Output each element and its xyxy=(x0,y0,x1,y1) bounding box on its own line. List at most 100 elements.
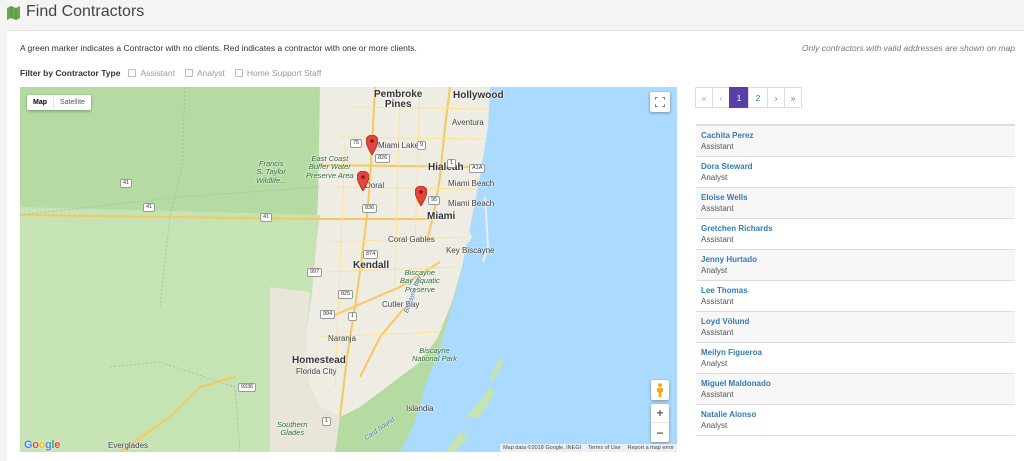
page-2-button[interactable]: 2 xyxy=(748,87,768,108)
contractor-name-link[interactable]: Miguel Maldonado xyxy=(701,379,1010,388)
list-item: Lee Thomas Assistant xyxy=(696,281,1015,312)
contractor-map[interactable]: Map Satellite Pembroke Pines Hollywood A… xyxy=(20,87,677,452)
place-label: Miami Beach xyxy=(448,179,495,188)
park-label: East Coast Buffer Water Preserve Area xyxy=(306,154,354,180)
contractor-marker-red[interactable] xyxy=(357,171,369,191)
place-label: Hollywood xyxy=(453,90,504,101)
map-note: Only contractors with valid addresses ar… xyxy=(801,43,1015,53)
contractor-name-link[interactable]: Meilyn Figueroa xyxy=(701,348,1010,357)
road-shield: A1A xyxy=(469,164,486,173)
fullscreen-icon xyxy=(655,97,665,107)
list-item: Dora Steward Analyst xyxy=(696,157,1015,188)
place-label: Aventura xyxy=(452,118,484,127)
list-item: Meilyn Figueroa Analyst xyxy=(696,343,1015,374)
contractor-type: Assistant xyxy=(701,390,734,399)
contractor-name-link[interactable]: Natalie Alonso xyxy=(701,410,1010,419)
road-shield: 994 xyxy=(320,310,336,319)
park-label: Southern Glades xyxy=(277,420,308,438)
map-tiles[interactable] xyxy=(20,87,677,452)
road-shield: 41 xyxy=(260,213,273,222)
zoom-in-button[interactable]: + xyxy=(651,404,669,423)
contractor-name-link[interactable]: Gretchen Richards xyxy=(701,224,1010,233)
map-type-satellite-button[interactable]: Satellite xyxy=(53,95,91,110)
street-view-pegman-button[interactable] xyxy=(651,380,669,400)
filter-option-analyst[interactable]: Analyst xyxy=(184,68,225,78)
contractor-marker-red[interactable] xyxy=(415,186,427,206)
list-item: Natalie Alonso Analyst xyxy=(696,405,1015,436)
map-icon xyxy=(7,6,20,20)
contractor-name-link[interactable]: Loyd Völund xyxy=(701,317,1010,326)
contractor-type: Assistant xyxy=(701,142,734,151)
place-label: Naranja xyxy=(328,334,357,343)
park-label: Biscayne National Park xyxy=(412,346,458,364)
contractor-name-link[interactable]: Jenny Hurtado xyxy=(701,255,1010,264)
first-page-button[interactable]: « xyxy=(695,87,713,108)
filter-option-home-support-staff[interactable]: Home Support Staff xyxy=(234,68,322,78)
last-page-button[interactable]: » xyxy=(784,87,802,108)
road-shield: 9336 xyxy=(238,383,257,392)
list-item: Miguel Maldonado Assistant xyxy=(696,374,1015,405)
terms-of-use-link[interactable]: Terms of Use xyxy=(588,445,620,451)
home-support-staff-checkbox[interactable] xyxy=(234,69,243,77)
contractor-type: Assistant xyxy=(701,297,734,306)
list-item: Loyd Völund Assistant xyxy=(696,312,1015,343)
pagination: « ‹ 1 2 › » xyxy=(695,87,802,108)
road-shield: 826 xyxy=(375,154,391,163)
list-item: Gretchen Richards Assistant xyxy=(696,219,1015,250)
list-item: Jenny Hurtado Analyst xyxy=(696,250,1015,281)
map-type-map-button[interactable]: Map xyxy=(27,95,53,110)
contractor-name-link[interactable]: Eloise Wells xyxy=(701,193,1010,202)
fullscreen-button[interactable] xyxy=(650,92,670,112)
road-shield: 41 xyxy=(120,179,133,188)
place-label: Florida City xyxy=(296,367,337,376)
contractor-name-link[interactable]: Cachita Perez xyxy=(701,131,1010,140)
road-shield: 997 xyxy=(307,268,323,277)
analyst-checkbox[interactable] xyxy=(184,69,193,77)
pegman-icon xyxy=(657,383,663,397)
place-label: Homestead xyxy=(292,355,346,366)
place-label: Everglades xyxy=(108,441,149,450)
filter-option-label: Home Support Staff xyxy=(246,68,322,78)
list-item: Eloise Wells Assistant xyxy=(696,188,1015,219)
map-data-credit: Map data ©2018 Google, INEGI xyxy=(503,445,582,451)
place-label: Miami xyxy=(427,211,456,222)
zoom-control: + − xyxy=(651,404,669,442)
google-logo: Google xyxy=(24,439,61,451)
place-label: Coral Gables xyxy=(388,235,435,244)
place-label: Pembroke Pines xyxy=(374,89,423,110)
contractor-type: Analyst xyxy=(701,359,728,368)
road-shield: 1 xyxy=(322,417,332,426)
filter-option-label: Analyst xyxy=(196,68,225,78)
next-page-button[interactable]: › xyxy=(767,87,785,108)
page-header: Find Contractors xyxy=(0,0,1024,30)
contractor-marker-red[interactable] xyxy=(366,135,378,155)
contractor-type: Assistant xyxy=(701,204,734,213)
list-item: Cachita Perez Assistant xyxy=(696,126,1015,157)
road-shield: 825 xyxy=(338,290,354,299)
road-shield: 836 xyxy=(362,204,378,213)
page-1-button[interactable]: 1 xyxy=(729,87,749,108)
filter-option-assistant[interactable]: Assistant xyxy=(128,68,175,78)
contractor-type: Analyst xyxy=(701,173,728,182)
page-title: Find Contractors xyxy=(26,3,145,20)
place-label: Kendall xyxy=(353,260,390,271)
road-shield: 1 xyxy=(348,312,358,321)
assistant-checkbox[interactable] xyxy=(128,69,137,77)
road-shield: 1 xyxy=(447,159,457,168)
contractor-type: Analyst xyxy=(701,266,728,275)
map-attribution: Map data ©2018 Google, INEGI Terms of Us… xyxy=(500,444,677,452)
park-label: Francis S. Taylor Wildlife... xyxy=(256,159,287,185)
contractor-type: Assistant xyxy=(701,235,734,244)
zoom-out-button[interactable]: − xyxy=(651,423,669,442)
place-label: Islandia xyxy=(406,404,434,413)
prev-page-button[interactable]: ‹ xyxy=(712,87,730,108)
contractor-name-link[interactable]: Dora Steward xyxy=(701,162,1010,171)
contractor-type: Analyst xyxy=(701,421,728,430)
marker-legend-text: A green marker indicates a Contractor wi… xyxy=(20,43,417,53)
report-map-error-link[interactable]: Report a map error xyxy=(628,445,674,451)
road-shield: 75 xyxy=(350,139,363,148)
contractor-list: Cachita Perez Assistant Dora Steward Ana… xyxy=(696,124,1015,436)
filter-label: Filter by Contractor Type xyxy=(20,68,121,78)
contractor-name-link[interactable]: Lee Thomas xyxy=(701,286,1010,295)
contractor-type-filter: Filter by Contractor Type Assistant Anal… xyxy=(20,68,331,78)
